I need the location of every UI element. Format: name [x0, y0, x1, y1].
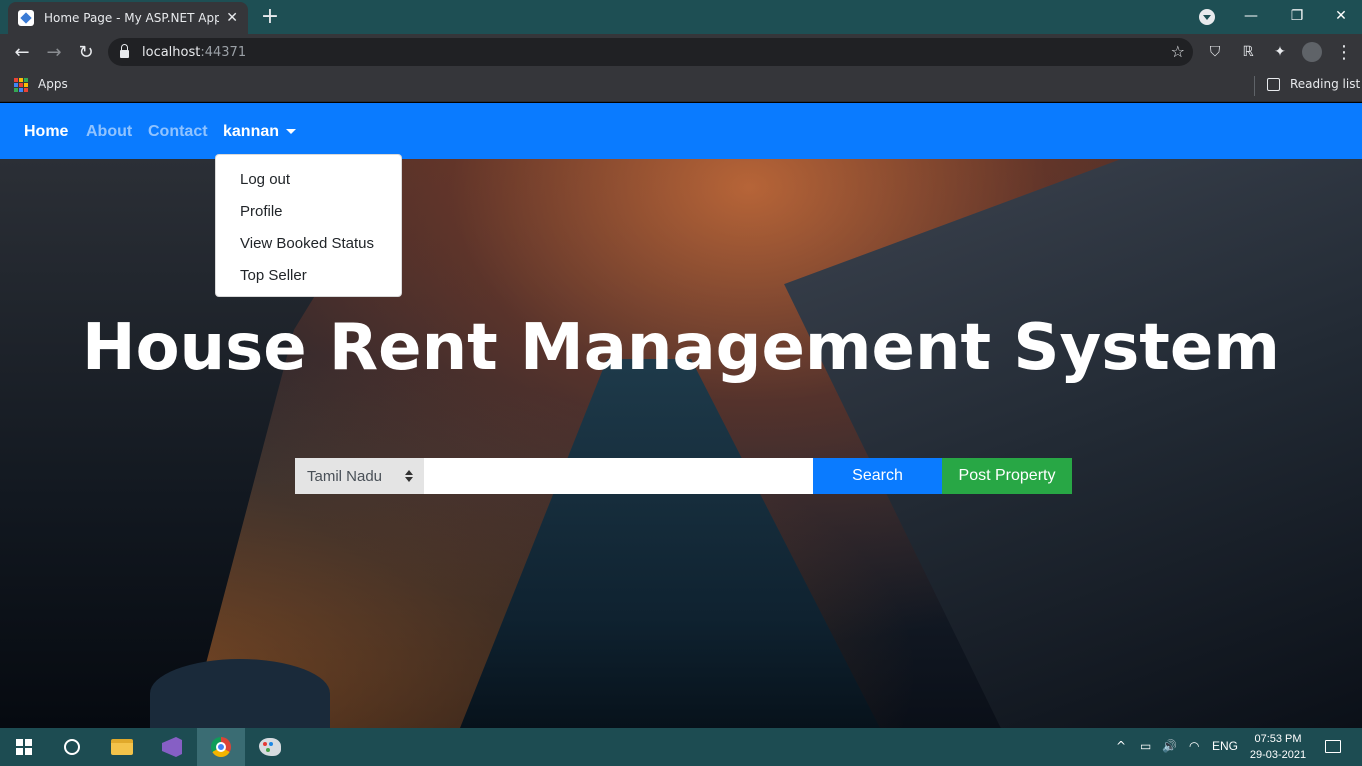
- restore-button[interactable]: ❐: [1274, 0, 1320, 32]
- browser-tab-bar: Home Page - My ASP.NET Applic ✕ + — ❐ ✕: [0, 0, 1362, 34]
- nav-home-link[interactable]: Home: [24, 123, 68, 141]
- top-seller-menu-item[interactable]: Top Seller: [216, 265, 401, 297]
- caret-down-icon[interactable]: [286, 129, 296, 134]
- new-tab-button[interactable]: +: [258, 4, 282, 29]
- building-dome: [150, 659, 330, 728]
- user-dropdown-menu: Log out Profile View Booked Status Top S…: [215, 154, 402, 297]
- forward-button[interactable]: →: [42, 40, 66, 64]
- building-right: [784, 159, 1362, 728]
- hero-title: House Rent Management System: [82, 311, 1280, 385]
- paint-icon: [259, 738, 281, 756]
- post-property-button[interactable]: Post Property: [942, 458, 1072, 494]
- apps-grid-icon[interactable]: [14, 78, 28, 92]
- hero-background: [0, 159, 1362, 728]
- volume-icon[interactable]: 🔊: [1162, 739, 1177, 753]
- building-center: [460, 359, 880, 728]
- bookmarks-bar: Apps Reading list: [0, 70, 1362, 102]
- windows-logo-icon: [16, 739, 32, 755]
- nav-contact-link[interactable]: Contact: [148, 123, 208, 141]
- lock-icon[interactable]: [120, 44, 129, 58]
- search-input[interactable]: [424, 458, 813, 494]
- url-port: :44371: [200, 44, 247, 60]
- bookmarks-divider: [1254, 76, 1255, 96]
- file-explorer-icon: [111, 739, 133, 755]
- reload-button[interactable]: ↻: [74, 40, 98, 64]
- cortana-icon: [64, 739, 80, 755]
- bookmark-star-icon[interactable]: ☆: [1171, 42, 1185, 61]
- clock-date: 29-03-2021: [1249, 749, 1307, 761]
- chrome-taskbar-button[interactable]: [197, 728, 245, 766]
- view-booked-status-menu-item[interactable]: View Booked Status: [216, 233, 401, 265]
- extensions-puzzle-icon[interactable]: ✦: [1270, 42, 1290, 62]
- battery-icon[interactable]: ▭: [1140, 739, 1151, 753]
- tray-overflow-icon[interactable]: ^: [1116, 739, 1126, 753]
- logout-menu-item[interactable]: Log out: [216, 169, 401, 201]
- chrome-icon: [211, 737, 231, 757]
- clock-time: 07:53 PM: [1254, 733, 1302, 745]
- nav-about-link[interactable]: About: [86, 123, 132, 141]
- select-arrows-icon: [405, 470, 413, 482]
- tab-title: Home Page - My ASP.NET Applic: [44, 11, 219, 25]
- visual-studio-icon: [162, 737, 182, 757]
- tab-close-icon[interactable]: ✕: [226, 10, 238, 26]
- wifi-icon[interactable]: ◠: [1189, 739, 1199, 753]
- window-close-button[interactable]: ✕: [1318, 0, 1362, 32]
- browser-toolbar: ← → ↻ localhost :44371 ☆ ⛉ ℝ ✦ ⋮: [0, 34, 1362, 70]
- state-select[interactable]: Tamil Nadu: [295, 458, 424, 494]
- tab-search-icon[interactable]: [1199, 9, 1215, 25]
- minimize-button[interactable]: —: [1228, 0, 1274, 32]
- site-favicon-icon: [18, 10, 34, 26]
- browser-menu-icon[interactable]: ⋮: [1334, 42, 1354, 63]
- user-menu-toggle[interactable]: kannan: [223, 123, 279, 141]
- r-extension-icon[interactable]: ℝ: [1238, 42, 1258, 62]
- state-select-value: Tamil Nadu: [307, 467, 383, 485]
- notification-center-icon[interactable]: [1325, 740, 1341, 753]
- back-button[interactable]: ←: [10, 40, 34, 64]
- web-page: Home About Contact kannan Log out Profil…: [0, 103, 1362, 728]
- search-button[interactable]: Search: [813, 458, 942, 494]
- reading-list-icon[interactable]: [1267, 78, 1280, 91]
- url-host: localhost: [142, 44, 201, 60]
- file-explorer-button[interactable]: [98, 728, 146, 766]
- search-form: Tamil Nadu Search Post Property: [295, 458, 1072, 494]
- profile-menu-item[interactable]: Profile: [216, 201, 401, 233]
- start-button[interactable]: [0, 728, 48, 766]
- paint-button[interactable]: [246, 728, 294, 766]
- shield-extension-icon[interactable]: ⛉: [1205, 42, 1225, 62]
- language-indicator[interactable]: ENG: [1212, 739, 1238, 753]
- profile-avatar-icon[interactable]: [1302, 42, 1322, 62]
- address-bar[interactable]: localhost :44371 ☆: [108, 38, 1193, 66]
- browser-tab[interactable]: Home Page - My ASP.NET Applic ✕: [8, 2, 248, 34]
- cortana-button[interactable]: [48, 728, 96, 766]
- reading-list-button[interactable]: Reading list: [1290, 77, 1360, 91]
- windows-taskbar: ^ ▭ 🔊 ◠ ENG 07:53 PM 29-03-2021: [0, 728, 1362, 766]
- taskbar-clock[interactable]: 07:53 PM 29-03-2021: [1247, 731, 1309, 763]
- apps-bookmark[interactable]: Apps: [38, 77, 68, 91]
- site-navbar: Home About Contact kannan: [0, 103, 1362, 159]
- visual-studio-button[interactable]: [148, 728, 196, 766]
